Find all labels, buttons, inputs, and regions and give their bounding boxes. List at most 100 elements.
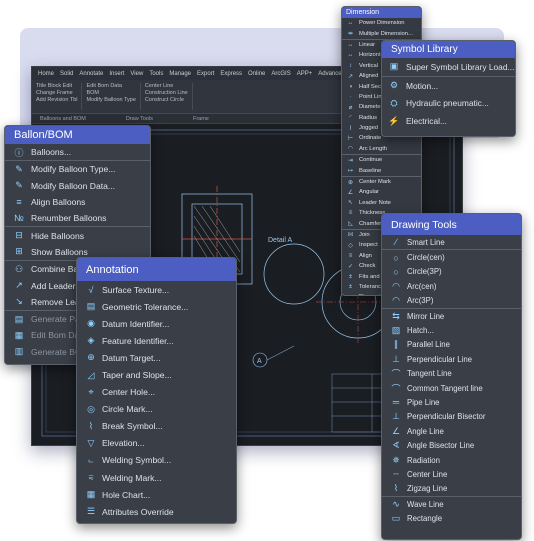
menu-express[interactable]: Express	[220, 71, 242, 77]
annotation-item-attributes-override[interactable]: ☰ Attributes Override	[77, 503, 236, 520]
drawing-tool-item-perpendicular-bisector[interactable]: ⊥ Perpendicular Bisector	[382, 410, 521, 424]
ribbon-item[interactable]: Construction Line	[145, 90, 188, 96]
drawing-tool-item-center-line[interactable]: ┄ Center Line	[382, 467, 521, 481]
annotation-item-circle-mark[interactable]: ◎ Circle Mark...	[77, 401, 236, 418]
annotation-item-label: Datum Identifier...	[102, 318, 170, 329]
drawing-tool-item-circle-cen[interactable]: ○ Circle(cen)	[382, 250, 521, 264]
ballon-menu-item-modify-balloon-data[interactable]: ✎ Modify Balloon Data...	[5, 178, 150, 194]
menu-view[interactable]: View	[130, 71, 143, 77]
modify-data-icon: ✎	[15, 180, 23, 191]
drawing-tool-item-arc-3p[interactable]: ◠ Arc(3P)	[382, 294, 521, 308]
ribbon-item[interactable]: Center Line	[145, 83, 188, 89]
menu-online[interactable]: Online	[248, 71, 265, 77]
annotation-item-taper-and-slope[interactable]: ◿ Taper and Slope...	[77, 366, 236, 383]
dimension-menu-item-multiple-dimension[interactable]: ⇹ Multiple Dimension...	[342, 28, 421, 38]
ballon-menu-item-balloons[interactable]: ⓘ Balloons...	[5, 144, 150, 160]
center-hole-icon: ⌖	[88, 386, 94, 397]
annotation-item-surface-texture[interactable]: √ Surface Texture...	[77, 281, 236, 298]
drawing-tool-item-perpendicular-line[interactable]: ⊥ Perpendicular Line	[382, 352, 521, 366]
annotation-item-break-symbol[interactable]: ⌇ Break Symbol...	[77, 418, 236, 435]
drawing-tool-item-circle-3p[interactable]: ○ Circle(3P)	[382, 265, 521, 279]
dimension-menu-item-label: Diamete	[359, 104, 381, 111]
drawing-tool-item-angle-bisector-line[interactable]: ∢ Angle Bisector Line	[382, 438, 521, 452]
dimension-menu-item-label: Continue	[359, 157, 383, 164]
menu-annotate[interactable]: Annotate	[79, 71, 103, 77]
balloon-icon: ⓘ	[14, 147, 24, 158]
library-icon: ▣	[389, 61, 399, 72]
symbol-library-item-super-symbol-library-load[interactable]: ▣ Super Symbol Library Load...	[382, 58, 515, 76]
drawing-tool-item-angle-line[interactable]: ∠ Angle Line	[382, 424, 521, 438]
ribbon-item[interactable]: Title Block Edit	[36, 83, 77, 89]
ballon-menu-item-align-balloons[interactable]: ≡ Align Balloons	[5, 194, 150, 210]
drawing-tool-angle-bisector-line-icon: ∢	[392, 440, 400, 451]
ribbon-item[interactable]: Edit Bom Data	[86, 83, 135, 89]
ribbon-item[interactable]: BOM	[86, 90, 135, 96]
ballon-menu-item-renumber-balloons[interactable]: № Renumber Balloons	[5, 210, 150, 226]
symbol-library-item-motion[interactable]: ⚙ Motion...	[382, 77, 515, 95]
menu-app[interactable]: APP+	[297, 71, 313, 77]
annotation-item-elevation[interactable]: ▽ Elevation...	[77, 435, 236, 452]
drawing-tool-arc-3p-icon: ◠	[392, 295, 400, 306]
ballon-menu-item-label: Show Balloons	[31, 246, 88, 257]
drawing-tool-item-tangent-line[interactable]: ⌒ Tangent Line	[382, 367, 521, 381]
menu-export[interactable]: Export	[197, 71, 214, 77]
drawing-tool-item-arc-cen[interactable]: ◠ Arc(cen)	[382, 279, 521, 293]
dimension-menu-item-baseline[interactable]: ↦ Baseline	[342, 165, 421, 175]
menu-solid[interactable]: Solid	[60, 71, 73, 77]
modify-type-icon: ✎	[15, 163, 23, 174]
drawing-tool-item-hatch[interactable]: ▧ Hatch...	[382, 323, 521, 337]
annotation-item-label: Hole Chart...	[102, 489, 151, 500]
ballon-menu-item-label: Modify Balloon Type...	[31, 164, 116, 175]
drawing-tool-item-mirror-line[interactable]: ⇆ Mirror Line	[382, 309, 521, 323]
symbol-library-item-electrical[interactable]: ⚡ Electrical...	[382, 112, 515, 130]
annotation-title: Annotation	[77, 258, 236, 281]
ribbon-section-label: Frame	[192, 115, 209, 122]
dimension-menu-item-center-mark[interactable]: ⊕ Center Mark	[342, 177, 421, 187]
dimension-linear-icon: ↔	[347, 41, 354, 48]
drawing-tool-item-rectangle[interactable]: ▭ Rectangle	[382, 511, 521, 525]
datum-identifier-icon: ◉	[87, 318, 95, 329]
hide-icon: ⊟	[15, 230, 23, 241]
symbol-library-item-hydraulic-pneumatic[interactable]: ⛭ Hydraulic pneumatic...	[382, 95, 515, 113]
ballon-menu-item-hide-balloons[interactable]: ⊟ Hide Balloons	[5, 227, 150, 243]
dimension-menu-item-label: Angular	[359, 189, 379, 196]
taper-slope-icon: ◿	[87, 369, 95, 380]
dimension-menu-item-label: Vertical	[359, 62, 379, 69]
ballon-menu-item-modify-balloon-type[interactable]: ✎ Modify Balloon Type...	[5, 161, 150, 177]
annotation-item-geometric-tolerance[interactable]: ▤ Geometric Tolerance...	[77, 298, 236, 315]
ribbon-item[interactable]: Construct Circle	[145, 97, 188, 103]
symbol-library-item-label: Metal structures...	[406, 134, 473, 136]
drawing-tool-item-wave-line[interactable]: ∿ Wave Line	[382, 497, 521, 511]
annotation-item-feature-identifier[interactable]: ◈ Feature Identifier...	[77, 332, 236, 349]
menu-arcgis[interactable]: ArcGIS	[271, 71, 290, 77]
drawing-tool-item-zigzag-line[interactable]: ⌇ Zigzag Line	[382, 482, 521, 496]
ribbon-item[interactable]: Change Frame	[36, 90, 77, 96]
drawing-tool-item-pipe-line[interactable]: ═ Pipe Line	[382, 395, 521, 409]
ribbon-item[interactable]: Modify Balloon Type	[86, 97, 135, 103]
dimension-menu-item-arc-length[interactable]: ◠ Arc Length	[342, 144, 421, 154]
drawing-tool-perpendicular-line-icon: ⊥	[392, 353, 400, 364]
annotation-item-datum-identifier[interactable]: ◉ Datum Identifier...	[77, 315, 236, 332]
annotation-item-datum-target[interactable]: ⊕ Datum Target...	[77, 349, 236, 366]
dimension-menu-item-leader-note[interactable]: ↖ Leader Note	[342, 198, 421, 208]
dimension-menu-item-continue[interactable]: ⇥ Continue	[342, 155, 421, 165]
drawing-tool-item-parallel-line[interactable]: ∥ Parallel Line	[382, 338, 521, 352]
ribbon-item[interactable]: Add Revision Tbl	[36, 97, 77, 103]
annotation-item-center-hole[interactable]: ⌖ Center Hole...	[77, 384, 236, 401]
menu-insert[interactable]: Insert	[109, 71, 124, 77]
dimension-menu-item-angular[interactable]: ∠ Angular	[342, 187, 421, 197]
menu-home[interactable]: Home	[38, 71, 54, 77]
annotation-item-welding-symbol[interactable]: ⨽ Welding Symbol...	[77, 452, 236, 469]
annotation-item-hole-chart[interactable]: ▦ Hole Chart...	[77, 486, 236, 503]
dimension-menu-item-power-dimension[interactable]: ↔ Power Dimension	[342, 18, 421, 28]
drawing-tool-item-smart-line[interactable]: ∕ Smart Line	[382, 235, 521, 249]
annotation-item-label: Geometric Tolerance...	[102, 301, 189, 312]
dimension-diamete-icon: ⌀	[348, 104, 353, 111]
ballon-menu-item-label: Remove Lea	[31, 296, 80, 307]
menu-tools[interactable]: Tools	[149, 71, 163, 77]
drawing-tool-item-radiation[interactable]: ✵ Radiation	[382, 453, 521, 467]
drawing-tool-item-common-tangent-line[interactable]: ⌒ Common Tangent line	[382, 381, 521, 395]
symbol-library-item-metal-structures[interactable]: ▦ Metal structures...	[382, 130, 515, 136]
menu-manage[interactable]: Manage	[169, 71, 191, 77]
annotation-item-welding-mark[interactable]: ⩳ Welding Mark...	[77, 469, 236, 486]
